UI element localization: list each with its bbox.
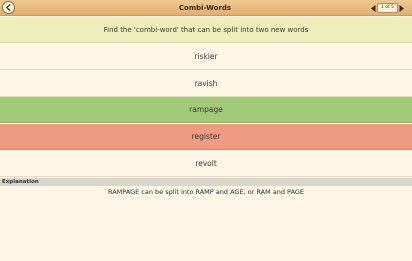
explanation-text: RAMPAGE can be split into RAMP and AGE, … xyxy=(107,188,305,196)
option-revolt[interactable]: revolt xyxy=(0,151,412,177)
page-title: Combi-Words xyxy=(178,4,232,12)
explanation-header: Explanation xyxy=(0,178,412,186)
pager: 1 of 5 xyxy=(370,3,405,13)
back-arrow-icon xyxy=(5,4,11,11)
option-rampage-correct[interactable]: rampage xyxy=(0,97,412,123)
title-bar: Combi-Words 1 of 5 xyxy=(0,0,412,16)
next-page-button[interactable] xyxy=(399,3,405,13)
triangle-left-icon xyxy=(370,4,375,12)
prev-page-button[interactable] xyxy=(370,3,376,13)
page-counter: 1 of 5 xyxy=(377,3,398,13)
back-button[interactable] xyxy=(2,1,15,14)
option-register-wrong[interactable]: register xyxy=(0,124,412,150)
option-riskier[interactable]: riskier xyxy=(0,44,412,70)
question-prompt: Find the 'combi-word' that can be split … xyxy=(0,17,412,43)
triangle-right-icon xyxy=(399,4,405,12)
option-ravish[interactable]: ravish xyxy=(0,71,412,97)
